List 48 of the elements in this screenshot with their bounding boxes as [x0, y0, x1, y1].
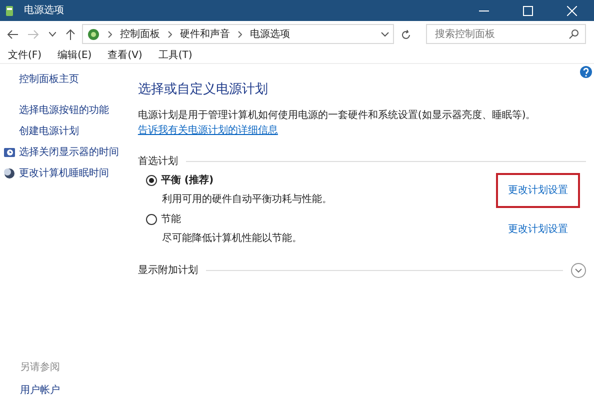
chevron-right-icon	[238, 30, 242, 38]
expand-button[interactable]	[571, 262, 586, 278]
details-link[interactable]: 告诉我有关电源计划的详细信息	[138, 124, 278, 136]
chevron-down-icon[interactable]	[381, 32, 389, 36]
breadcrumb[interactable]: 控制面板	[120, 26, 160, 42]
menu-item[interactable]: 工具(T)	[158, 48, 192, 62]
maximize-icon	[523, 6, 533, 16]
breadcrumb[interactable]: 硬件和声音	[180, 26, 230, 42]
change-settings-link[interactable]: 更改计划设置	[508, 184, 568, 196]
power-options-icon	[4, 4, 16, 16]
control-panel-icon	[87, 28, 100, 40]
clock-icon	[4, 147, 15, 158]
window-title: 电源选项	[24, 4, 64, 18]
plan-name: 节能	[160, 212, 181, 227]
change-settings-link[interactable]: 更改计划设置	[508, 224, 568, 234]
radio-button[interactable]	[146, 175, 157, 186]
up-arrow-icon	[66, 29, 75, 40]
menu-item[interactable]: 编辑(E)	[58, 48, 92, 62]
sidebar-link[interactable]: 更改计算机睡眠时间	[19, 166, 109, 181]
help-icon[interactable]	[580, 66, 592, 78]
search-icon	[569, 29, 579, 39]
chevron-right-icon	[108, 30, 112, 38]
sidebar-link[interactable]: 用户帐户	[20, 383, 134, 398]
sidebar-link[interactable]: 创建电源计划	[19, 124, 79, 139]
menu-item[interactable]: 文件(F)	[8, 48, 42, 62]
chevron-down-icon	[49, 32, 56, 38]
search-field[interactable]: 搜索控制面板	[426, 24, 586, 44]
section-heading: 首选计划	[138, 154, 178, 168]
description-text: 电源计划是用于管理计算机如何使用电源的一套硬件和系统设置(如显示器亮度、睡眠等)。	[138, 110, 536, 120]
close-icon	[567, 6, 577, 16]
page-heading: 选择或自定义电源计划	[138, 81, 269, 99]
section-heading: 显示附加计划	[138, 264, 198, 278]
address-bar[interactable]: 控制面板 硬件和声音 电源选项	[82, 24, 394, 44]
plan-name: 平衡 (推荐)	[160, 174, 214, 188]
plan-description: 尽可能降低计算机性能以节能。	[160, 232, 303, 246]
radio-button[interactable]	[146, 214, 157, 225]
sidebar-link[interactable]: 控制面板主页	[19, 72, 79, 87]
refresh-icon	[401, 30, 411, 40]
sidebar-link[interactable]: 选择电源按钮的功能	[19, 103, 109, 118]
breadcrumb[interactable]: 电源选项	[250, 26, 290, 42]
sidebar-link[interactable]: 选择关闭显示器的时间	[19, 145, 119, 160]
left-arrow-icon	[7, 30, 18, 40]
chevron-right-icon	[168, 30, 172, 38]
see-also-heading: 另请参阅	[20, 360, 61, 375]
right-arrow-icon	[28, 30, 39, 40]
menu-item[interactable]: 查看(V)	[108, 48, 142, 62]
plan-description: 利用可用的硬件自动平衡功耗与性能。	[160, 192, 333, 207]
moon-icon	[4, 168, 15, 179]
